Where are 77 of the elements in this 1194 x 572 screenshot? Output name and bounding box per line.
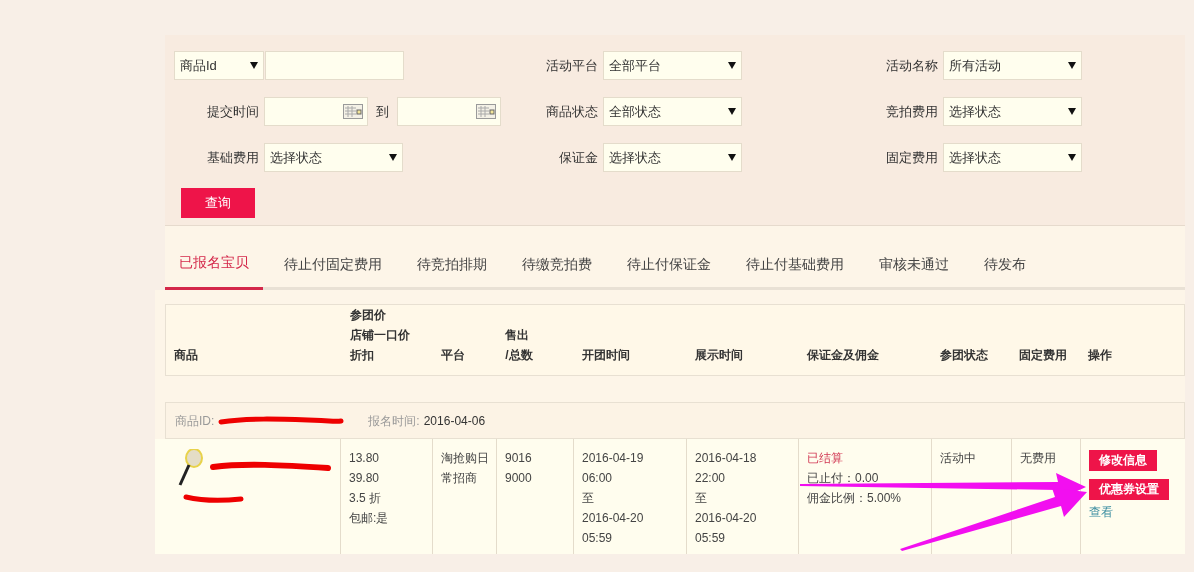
column-header: 开团时间: [582, 348, 631, 362]
tab[interactable]: 待竞拍排期: [403, 238, 501, 290]
caret-icon: [389, 154, 397, 161]
time-line: 2016-04-19: [582, 450, 645, 467]
dropdown[interactable]: 选择状态: [603, 143, 742, 172]
caret-icon: [728, 154, 736, 161]
caret-icon: [1068, 108, 1076, 115]
dropdown[interactable]: 选择状态: [264, 143, 403, 172]
column-header: 操作: [1088, 348, 1113, 362]
price-line: 13.80: [349, 450, 381, 467]
platform-text: 淘抢购日常招商: [441, 450, 490, 487]
dropdown[interactable]: 全部状态: [603, 97, 742, 126]
count-line: 9000: [505, 470, 533, 487]
tab[interactable]: 待止付基础费用: [732, 238, 858, 290]
registration-date: 2016-04-06: [423, 412, 486, 430]
key-dropdown[interactable]: 商品Id: [174, 51, 264, 80]
filter-label: 活动平台: [545, 56, 598, 75]
status-text: 活动中: [940, 450, 977, 467]
price-line: 包邮:是: [349, 510, 390, 527]
time-line: 2016-04-20: [695, 510, 758, 527]
time-line: 05:59: [695, 530, 727, 547]
tab[interactable]: 待止付保证金: [613, 238, 725, 290]
column-header: 保证金及佣金: [806, 348, 879, 362]
calendar-icon: [476, 104, 496, 119]
view-link[interactable]: 查看: [1089, 502, 1113, 522]
racket-icon: [177, 449, 203, 487]
caret-icon: [728, 62, 736, 69]
deposit-line: 佣金比例：5.00%: [807, 490, 903, 507]
filter-label: 固定费用: [885, 148, 938, 167]
settlement-status: 已结算: [807, 450, 844, 467]
time-line: 22:00: [695, 470, 727, 487]
caret-icon: [1068, 62, 1076, 69]
dropdown[interactable]: 选择状态: [943, 143, 1082, 172]
price-line: 3.5 折: [349, 490, 382, 507]
column-header: 商品: [174, 348, 198, 362]
time-line: 至: [695, 490, 708, 507]
time-line: 06:00: [582, 470, 614, 487]
calendar-icon: [343, 104, 363, 119]
tab[interactable]: 审核未通过: [865, 238, 963, 290]
filter-label: 提交时间: [206, 102, 259, 121]
column-header: 参团价 店铺一口价 折扣: [349, 308, 410, 362]
column-header: 展示时间: [695, 348, 743, 362]
action-button[interactable]: 优惠券设置: [1089, 479, 1169, 500]
time-line: 至: [582, 490, 595, 507]
date-label: 报名时间:: [368, 412, 420, 430]
tab[interactable]: 待发布: [970, 238, 1040, 290]
separator-label: 到: [375, 102, 390, 121]
time-line: 2016-04-18: [695, 450, 758, 467]
caret-icon: [728, 108, 736, 115]
date-field[interactable]: [264, 97, 368, 126]
price-line: 39.80: [349, 470, 381, 487]
fee-text: 无费用: [1020, 450, 1057, 467]
date-field[interactable]: [397, 97, 501, 126]
filter-label: 竞拍费用: [885, 102, 938, 121]
id-input-field[interactable]: [265, 51, 404, 80]
search-button[interactable]: 查询: [181, 188, 255, 218]
filter-label: 基础费用: [206, 148, 259, 167]
tab[interactable]: 待缴竞拍费: [508, 238, 606, 290]
column-header: 售出 /总数: [505, 328, 533, 362]
dropdown[interactable]: 所有活动: [943, 51, 1082, 80]
column-header: 参团状态: [939, 348, 988, 362]
filter-label: 商品状态: [545, 102, 598, 121]
column-header: 平台: [441, 348, 466, 362]
action-button[interactable]: 修改信息: [1089, 450, 1157, 471]
filter-label: 活动名称: [885, 56, 938, 75]
tab[interactable]: 待止付固定费用: [270, 238, 396, 290]
caret-icon: [1068, 154, 1076, 161]
time-line: 2016-04-20: [582, 510, 645, 527]
filter-label: 保证金: [558, 148, 598, 167]
dropdown[interactable]: 全部平台: [603, 51, 742, 80]
dropdown[interactable]: 选择状态: [943, 97, 1082, 126]
deposit-line: 已止付：0.00: [807, 470, 880, 487]
caret-icon: [250, 62, 258, 69]
count-line: 9016: [505, 450, 533, 467]
column-header: 固定费用: [1019, 348, 1068, 362]
time-line: 05:59: [582, 530, 614, 547]
id-label: 商品ID:: [175, 412, 215, 430]
